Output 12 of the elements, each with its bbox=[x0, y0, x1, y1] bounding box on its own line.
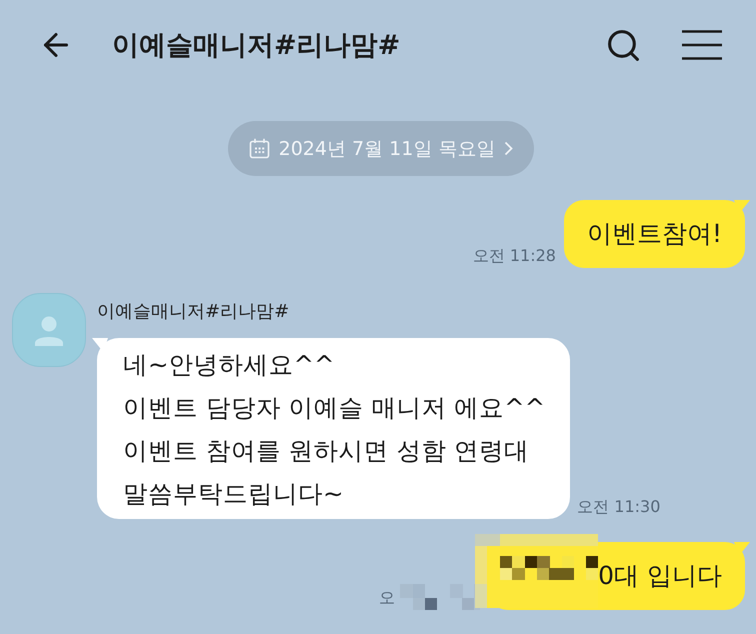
calendar-icon bbox=[248, 138, 270, 159]
message-bubble: 이벤트참여! bbox=[564, 200, 750, 268]
message-time: 오전 11:30 bbox=[577, 497, 660, 517]
menu-button[interactable] bbox=[682, 30, 722, 60]
message-bubble: 네~안녕하세요^^ 이벤트 담당자 이예슬 매니저 에요^^ 이벤트 참여를 원하시면 성함 연령대 말씀부탁드립니다~ bbox=[92, 338, 570, 519]
message-time: 오전 11:28 bbox=[472, 246, 556, 266]
chat-title: 이예슬매니저#리나맘# bbox=[112, 29, 400, 63]
sender-name: 이예슬매니저#리나맘# bbox=[97, 301, 290, 323]
date-divider-button[interactable]: 2024년 7월 11일 목요일 bbox=[228, 121, 534, 176]
menu-icon bbox=[682, 30, 722, 60]
message-time: 오 bbox=[379, 588, 396, 608]
chevron-right-icon bbox=[504, 141, 514, 156]
